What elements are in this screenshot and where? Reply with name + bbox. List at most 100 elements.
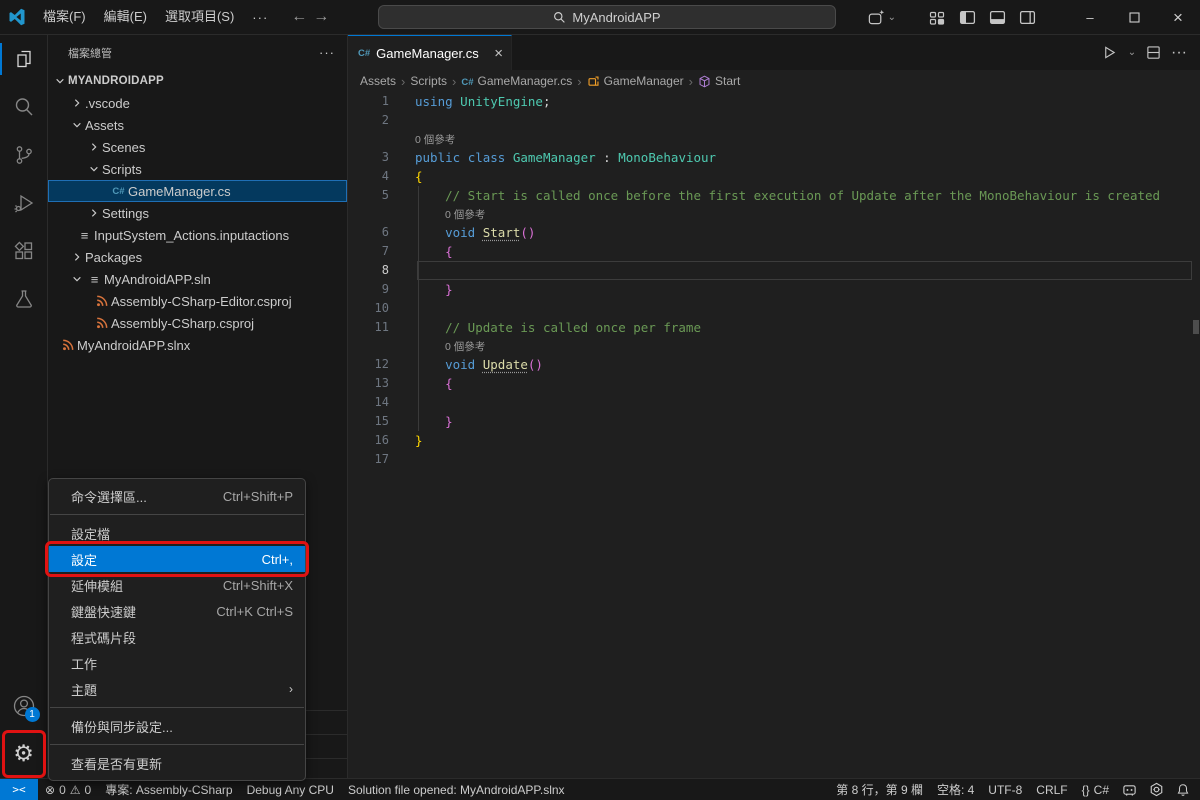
code-line[interactable]: 7 { (348, 242, 1200, 261)
code-line[interactable]: 16} (348, 431, 1200, 450)
eol-status[interactable]: CRLF (1029, 783, 1074, 797)
problems-status[interactable]: ⊗ 0 ⚠ 0 (38, 783, 98, 797)
cursor-position-status[interactable]: 第 8 行，第 9 欄 (829, 781, 930, 798)
encoding-status[interactable]: UTF-8 (981, 783, 1029, 797)
run-debug-icon[interactable] (0, 179, 48, 227)
tree-item[interactable]: C#GameManager.cs (48, 180, 347, 202)
menu-item-generic[interactable]: 工作 (49, 650, 305, 676)
codelens-references[interactable]: 0 個參考 (415, 209, 485, 221)
minimize-button[interactable]: – (1068, 0, 1112, 35)
command-center-search[interactable]: MyAndroidAPP (378, 5, 836, 29)
line-number[interactable]: 17 (348, 450, 415, 469)
maximize-button[interactable] (1112, 0, 1156, 35)
tree-item[interactable]: Scenes (48, 136, 347, 158)
breadcrumb-item[interactable]: GameManager (587, 74, 684, 88)
line-number[interactable]: 16 (348, 431, 415, 450)
dotnet-hexagon-icon[interactable] (1143, 782, 1170, 797)
extensions-icon[interactable] (0, 227, 48, 275)
copilot-menu[interactable]: ⌄ (867, 8, 896, 27)
language-status[interactable]: {} C# (1075, 783, 1116, 797)
line-number[interactable]: 8 (348, 261, 415, 280)
tree-item[interactable]: Settings (48, 202, 347, 224)
code-line[interactable]: 12 void Update() (348, 355, 1200, 374)
devkit-robot-icon[interactable] (1116, 782, 1143, 797)
toggle-secondary-sidebar-icon[interactable] (1012, 5, 1042, 31)
menu-item-generic[interactable]: 鍵盤快速鍵Ctrl+K Ctrl+S (49, 598, 305, 624)
editor-more-icon[interactable]: ··· (1168, 42, 1190, 64)
code-line[interactable]: 13 { (348, 374, 1200, 393)
codelens-row[interactable]: 0 個參考 (348, 130, 1200, 148)
line-number[interactable]: 6 (348, 223, 415, 242)
tree-item[interactable]: Scripts (48, 158, 347, 180)
code-line[interactable]: 6 void Start() (348, 223, 1200, 242)
menu-item-generic[interactable]: 命令選擇區...Ctrl+Shift+P (49, 483, 305, 509)
tab-close-icon[interactable]: × (494, 45, 503, 62)
tree-item[interactable]: Packages (48, 246, 347, 268)
code-editor[interactable]: 1using UnityEngine;20 個參考3public class G… (348, 92, 1200, 778)
menubar-item[interactable]: 編輯(E) (95, 5, 156, 29)
menu-item-generic[interactable]: 主題› (49, 676, 305, 702)
code-line[interactable]: 10 (348, 299, 1200, 318)
code-line[interactable]: 15 } (348, 412, 1200, 431)
breadcrumb-item[interactable]: Start (698, 74, 740, 88)
customize-layout-icon[interactable] (922, 5, 952, 31)
line-number[interactable]: 14 (348, 393, 415, 412)
close-button[interactable]: × (1156, 0, 1200, 35)
menu-item-settings[interactable]: 設定Ctrl+, (49, 546, 305, 572)
tree-item[interactable]: ≡MyAndroidAPP.sln (48, 268, 347, 290)
accounts-icon[interactable]: 1 (0, 682, 48, 730)
menu-more-icon[interactable]: ··· (243, 10, 277, 25)
tree-item[interactable]: MYANDROIDAPP (48, 70, 347, 92)
source-control-icon[interactable] (0, 131, 48, 179)
toggle-panel-icon[interactable] (982, 5, 1012, 31)
line-number[interactable]: 10 (348, 299, 415, 318)
nav-forward-icon[interactable]: → (313, 8, 329, 26)
codelens-row[interactable]: 0 個參考 (348, 205, 1200, 223)
code-line[interactable]: 17 (348, 450, 1200, 469)
code-line[interactable]: 2 (348, 111, 1200, 130)
tree-item[interactable]: Assets (48, 114, 347, 136)
line-number[interactable]: 12 (348, 355, 415, 374)
menu-item-generic[interactable]: 備份與同步設定... (49, 713, 305, 739)
line-number[interactable]: 2 (348, 111, 415, 130)
code-line[interactable]: 11 // Update is called once per frame (348, 318, 1200, 337)
split-editor-icon[interactable] (1142, 42, 1164, 64)
line-number[interactable]: 4 (348, 167, 415, 186)
tree-item[interactable]: ≡InputSystem_Actions.inputactions (48, 224, 347, 246)
remote-indicator[interactable]: >< (0, 779, 38, 800)
tab-gamemanager[interactable]: C# GameManager.cs × (348, 35, 512, 70)
project-status[interactable]: 專案: Assembly-CSharp (98, 781, 239, 798)
code-line[interactable]: 3public class GameManager : MonoBehaviou… (348, 148, 1200, 167)
explorer-icon[interactable] (0, 35, 48, 83)
toggle-primary-sidebar-icon[interactable] (952, 5, 982, 31)
line-number[interactable]: 7 (348, 242, 415, 261)
line-number[interactable]: 3 (348, 148, 415, 167)
code-line[interactable]: 9 } (348, 280, 1200, 299)
menu-item-generic[interactable]: 查看是否有更新 (49, 750, 305, 776)
line-number[interactable]: 11 (348, 318, 415, 337)
run-chevron-icon[interactable]: ⌄ (1124, 42, 1138, 64)
nav-back-icon[interactable]: ← (291, 8, 307, 26)
menubar-item[interactable]: 選取項目(S) (156, 5, 243, 29)
code-line[interactable]: 1using UnityEngine; (348, 92, 1200, 111)
search-icon[interactable] (0, 83, 48, 131)
indentation-status[interactable]: 空格: 4 (930, 781, 981, 798)
line-number[interactable]: 13 (348, 374, 415, 393)
line-number[interactable]: 15 (348, 412, 415, 431)
line-number[interactable]: 5 (348, 186, 415, 205)
menu-item-generic[interactable]: 設定檔 (49, 520, 305, 546)
solution-status[interactable]: Solution file opened: MyAndroidAPP.slnx (341, 783, 572, 797)
code-line[interactable]: 5 // Start is called once before the fir… (348, 186, 1200, 205)
breadcrumb-item[interactable]: Scripts (410, 74, 447, 88)
codelens-references[interactable]: 0 個參考 (415, 341, 485, 353)
tree-item[interactable]: MyAndroidAPP.slnx (48, 334, 347, 356)
codelens-row[interactable]: 0 個參考 (348, 337, 1200, 355)
line-number[interactable]: 1 (348, 92, 415, 111)
tree-item[interactable]: Assembly-CSharp.csproj (48, 312, 347, 334)
run-button[interactable] (1098, 42, 1120, 64)
breadcrumb-item[interactable]: Assets (360, 74, 396, 88)
tree-item[interactable]: .vscode (48, 92, 347, 114)
tree-item[interactable]: Assembly-CSharp-Editor.csproj (48, 290, 347, 312)
menubar-item[interactable]: 檔案(F) (34, 5, 95, 29)
codelens-references[interactable]: 0 個參考 (415, 134, 455, 146)
